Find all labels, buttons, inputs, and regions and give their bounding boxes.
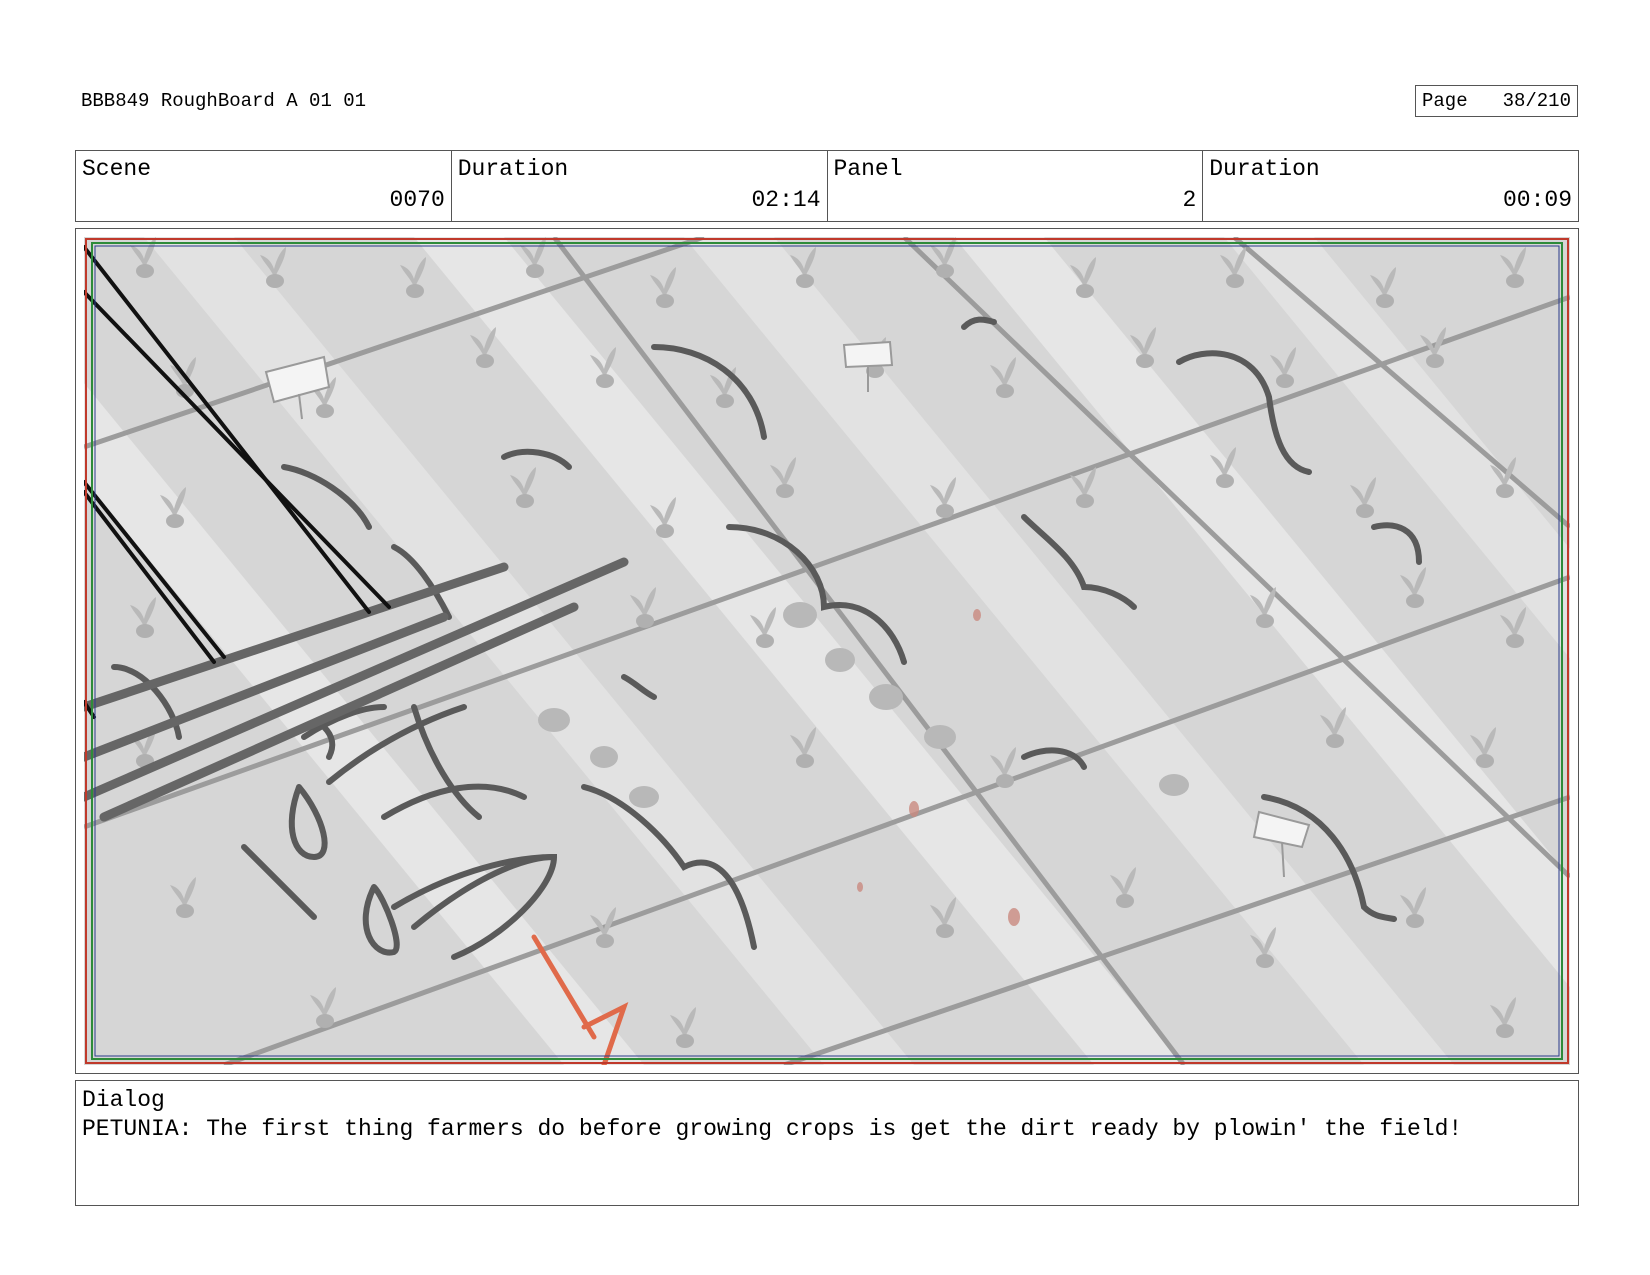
panel-cell: Panel 2: [828, 151, 1204, 221]
project-title: BBB849 RoughBoard A 01 01: [81, 90, 367, 112]
panel-info-table: Scene 0070 Duration 02:14 Panel 2 Durati…: [75, 150, 1579, 222]
page-number: 38/210: [1502, 90, 1571, 112]
panel-value: 2: [1182, 187, 1197, 213]
storyboard-panel-frame: [75, 228, 1579, 1074]
dialog-box: Dialog PETUNIA: The first thing farmers …: [75, 1080, 1579, 1206]
page-indicator: Page 38/210: [1415, 85, 1578, 117]
panel-duration-label: Duration: [1209, 156, 1320, 182]
scene-duration-label: Duration: [457, 156, 569, 182]
scene-duration-value: 02:14: [751, 187, 821, 213]
scene-label: Scene: [82, 156, 152, 182]
panel-duration-cell: Duration 00:09: [1203, 151, 1578, 221]
panel-duration-value: 00:09: [1502, 187, 1572, 213]
storyboard-sketch-image: [84, 237, 1570, 1065]
page-label: Page: [1422, 90, 1468, 112]
scene-cell: Scene 0070: [76, 151, 452, 221]
scene-duration-cell: Duration 02:14: [452, 151, 828, 221]
dialog-text: PETUNIA: The first thing farmers do befo…: [82, 1116, 1463, 1142]
panel-label: Panel: [833, 156, 903, 182]
dialog-label: Dialog: [82, 1087, 165, 1113]
scene-value: 0070: [389, 187, 445, 213]
